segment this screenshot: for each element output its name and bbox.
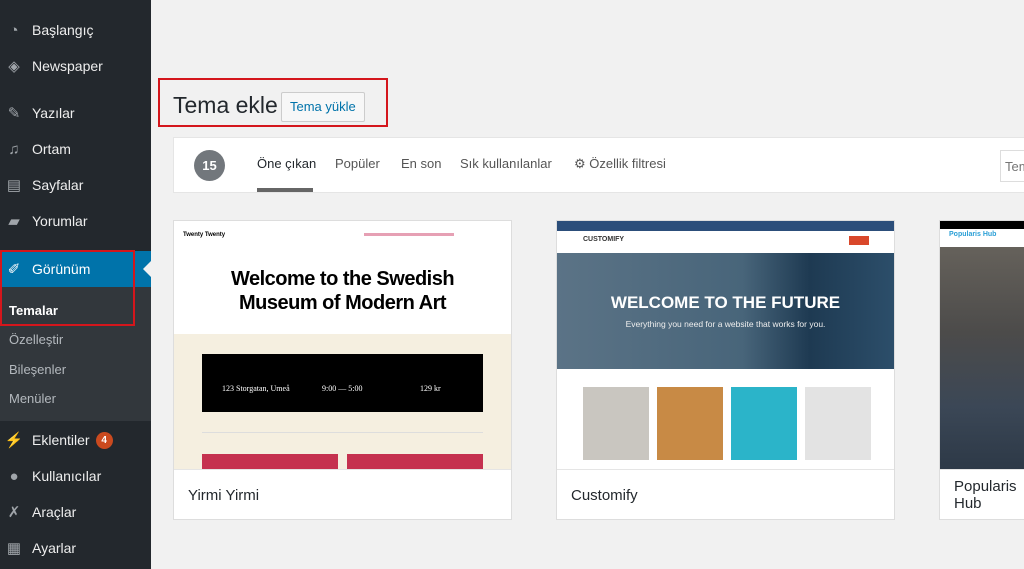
menu-media[interactable]: ♫ Ortam (0, 131, 151, 167)
highlight-box (0, 250, 135, 326)
pin-icon: ✎ (7, 105, 21, 122)
theme-screenshot: Popularis Hub (940, 221, 1024, 469)
tab-latest[interactable]: En son (401, 156, 441, 171)
site-logo: Popularis Hub (949, 231, 997, 238)
site-title: Twenty Twenty (183, 232, 226, 238)
theme-screenshot: Twenty Twenty Welcome to the Swedish Mus… (174, 221, 511, 469)
hero-subtitle: Everything you need for a website that w… (625, 319, 826, 329)
menu-tools[interactable]: ✗ Araçlar (0, 494, 151, 530)
menu-settings[interactable]: ▦ Ayarlar (0, 530, 151, 566)
hero-headline: WELCOME TO THE FUTURE (610, 293, 841, 312)
site-logo: CUSTOMIFY (583, 236, 625, 243)
info-address: 123 Storgatan, Umeå (222, 384, 290, 393)
theme-name: Popularis Hub (940, 469, 1024, 519)
plugin-icon: ⚡ (4, 432, 24, 449)
comment-icon: ▰ (8, 213, 20, 230)
hero-headline: Welcome to the Swedish (230, 268, 455, 290)
gear-icon: ⚙ (574, 156, 586, 171)
settings-icon: ▦ (6, 540, 22, 557)
theme-count: 15 (194, 150, 225, 181)
feature-filter-button[interactable]: ⚙ Özellik filtresi (574, 156, 666, 172)
theme-card-twenty-twenty[interactable]: Twenty Twenty Welcome to the Swedish Mus… (173, 220, 512, 520)
theme-card-customify[interactable]: CUSTOMIFY WELCOME TO THE FUTURE Everythi… (556, 220, 895, 520)
wrench-icon: ✗ (7, 504, 21, 521)
submenu-menus[interactable]: Menüler (9, 391, 56, 406)
menu-posts[interactable]: ✎ Yazılar (0, 95, 151, 131)
tab-popular[interactable]: Popüler (335, 156, 380, 171)
submenu-widgets[interactable]: Bileşenler (9, 362, 66, 377)
theme-name: Customify (557, 469, 894, 519)
tab-favorites[interactable]: Sık kullanılanlar (460, 156, 552, 171)
theme-card-popularis-hub[interactable]: Popularis Hub Popularis Hub (939, 220, 1024, 520)
menu-users[interactable]: ● Kullanıcılar (0, 458, 151, 494)
menu-comments[interactable]: ▰ Yorumlar (0, 203, 151, 239)
active-tab-indicator (257, 188, 313, 192)
submenu-customize[interactable]: Özelleştir (9, 332, 63, 347)
media-icon: ♫ (8, 140, 20, 158)
menu-pages[interactable]: ▤ Sayfalar (0, 167, 151, 203)
menu-dashboard[interactable]: ◔ Başlangıç (0, 12, 151, 48)
user-icon: ● (9, 467, 19, 485)
dashboard-icon: ◔ (9, 21, 19, 39)
newspaper-icon: ◈ (8, 58, 20, 75)
tab-featured[interactable]: Öne çıkan (257, 156, 316, 171)
update-count-badge: 4 (95, 431, 113, 449)
theme-filter-bar: 15 Öne çıkan Popüler En son Sık kullanıl… (173, 137, 1024, 193)
info-hours: 9:00 — 5:00 (322, 384, 363, 393)
theme-search-input[interactable] (1000, 150, 1024, 182)
menu-plugins[interactable]: ⚡ Eklentiler 4 (0, 422, 151, 458)
hero-headline: Museum of Modern Art (238, 292, 447, 314)
theme-screenshot: CUSTOMIFY WELCOME TO THE FUTURE Everythi… (557, 221, 894, 469)
highlight-box (158, 78, 388, 127)
pages-icon: ▤ (6, 177, 22, 194)
info-price: 129 kr (420, 384, 441, 393)
menu-newspaper[interactable]: ◈ Newspaper (0, 48, 151, 84)
theme-name: Yirmi Yirmi (174, 469, 511, 519)
